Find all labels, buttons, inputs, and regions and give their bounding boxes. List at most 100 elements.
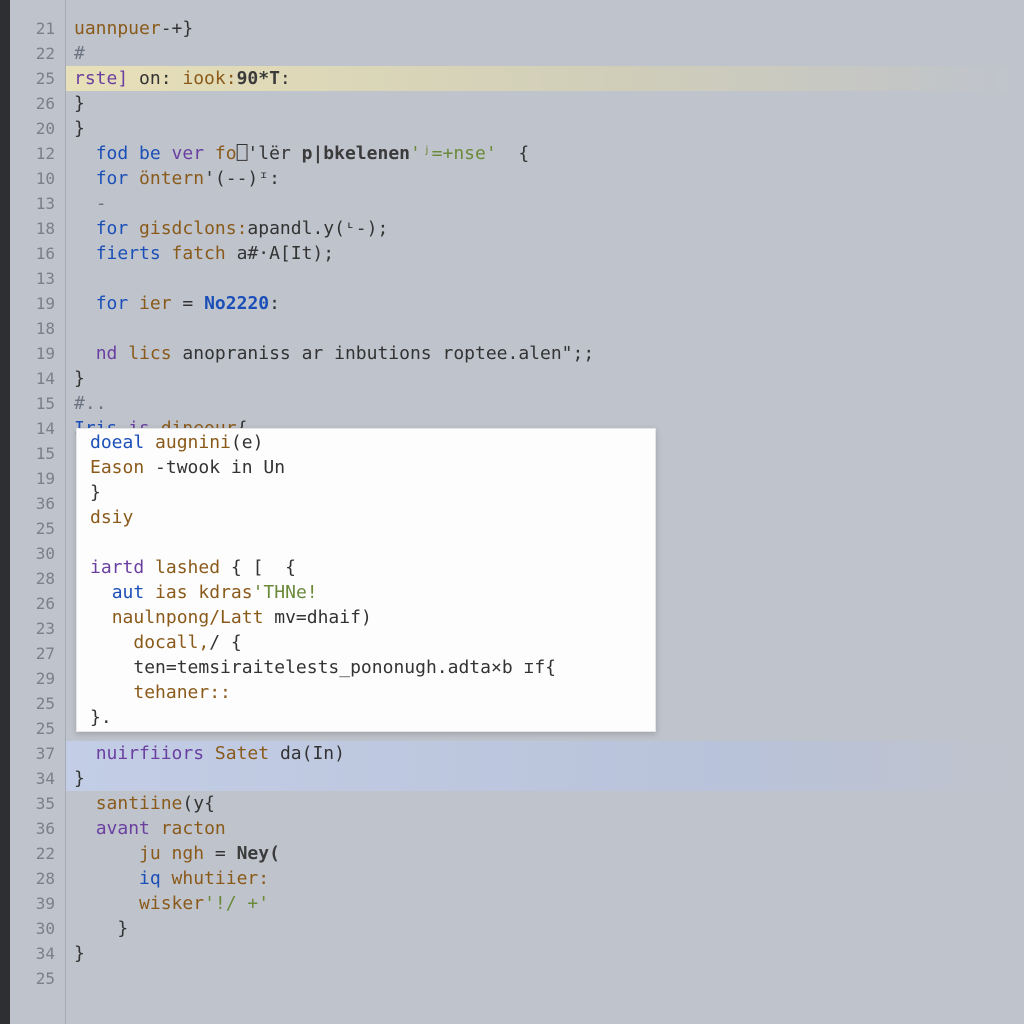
code-line[interactable]: nuirfiiors Satet da(In) xyxy=(66,741,1024,766)
code-token: fatch xyxy=(172,243,237,264)
popup-line[interactable]: ten=temsiraitelests_pononugh.adta×b ɪf{ xyxy=(76,655,656,680)
code-token: for xyxy=(96,218,139,239)
line-number: 26 xyxy=(10,591,65,616)
line-number: 10 xyxy=(10,166,65,191)
line-number: 20 xyxy=(10,116,65,141)
code-line[interactable] xyxy=(66,266,1024,291)
line-number: 19 xyxy=(10,291,65,316)
code-token: 'THNe! xyxy=(253,582,318,603)
line-number: 18 xyxy=(10,316,65,341)
code-line[interactable]: fod be ver fo⎕'lër p|bkelenen'ʲ=+nse' { xyxy=(66,141,1024,166)
code-token: iook: xyxy=(182,68,236,89)
code-line[interactable]: for ier = No2220: xyxy=(66,291,1024,316)
code-token: = xyxy=(215,843,237,864)
code-token: augnini xyxy=(155,432,231,453)
code-line[interactable]: } xyxy=(66,941,1024,966)
line-number: 29 xyxy=(10,666,65,691)
line-number: 28 xyxy=(10,566,65,591)
code-token: No2220 xyxy=(204,293,269,314)
line-number: 25 xyxy=(10,716,65,741)
code-line[interactable]: wisker'!/ +' xyxy=(66,891,1024,916)
autocomplete-popup[interactable]: doeal augnini(e)Eason -twook in Un}dsiy i… xyxy=(76,428,656,732)
line-number: 13 xyxy=(10,266,65,291)
code-token: lics xyxy=(128,343,182,364)
code-line[interactable]: for gisdclons:apandl.y(ᶫ-); xyxy=(66,216,1024,241)
popup-line[interactable] xyxy=(76,530,656,555)
line-number: 16 xyxy=(10,241,65,266)
code-line[interactable]: } xyxy=(66,766,1024,791)
code-token: '(--) xyxy=(204,168,258,189)
code-token: iartd xyxy=(90,557,155,578)
line-number: 15 xyxy=(10,441,65,466)
code-token: Eason xyxy=(90,457,155,478)
code-token: nd xyxy=(96,343,129,364)
line-number: 34 xyxy=(10,766,65,791)
code-token: -twook in Un xyxy=(155,457,285,478)
code-line[interactable]: } xyxy=(66,916,1024,941)
code-token: (e) xyxy=(231,432,264,453)
code-token: mv=dhaif) xyxy=(274,607,372,628)
popup-line[interactable]: aut ias kdras'THNe! xyxy=(76,580,656,605)
code-line[interactable]: for öntern'(--)ᶦ: xyxy=(66,166,1024,191)
code-token: gisdclons: xyxy=(139,218,247,239)
line-number: 36 xyxy=(10,491,65,516)
line-number: 14 xyxy=(10,416,65,441)
line-number: 22 xyxy=(10,41,65,66)
code-token: ias kdras xyxy=(155,582,253,603)
code-line[interactable]: avant racton xyxy=(66,816,1024,841)
code-token: = xyxy=(182,293,204,314)
code-line[interactable]: rste] on: iook:90*T: xyxy=(66,66,1024,91)
popup-line[interactable]: tehaner:: xyxy=(76,680,656,705)
code-token: } xyxy=(74,943,85,964)
code-token: lashed xyxy=(155,557,231,578)
code-token: } xyxy=(74,93,85,114)
line-number: 34 xyxy=(10,941,65,966)
code-line[interactable]: nd lics anopraniss ar inbutions roptee.a… xyxy=(66,341,1024,366)
code-token: dsiy xyxy=(90,507,133,528)
code-token: tehaner:: xyxy=(133,682,231,703)
code-line[interactable]: ju ngh = Ney( xyxy=(66,841,1024,866)
code-token: fod be xyxy=(96,143,172,164)
popup-line[interactable]: iartd lashed { [ { xyxy=(76,555,656,580)
code-token: fierts xyxy=(96,243,172,264)
code-line[interactable]: fierts fatch a#·A[It); xyxy=(66,241,1024,266)
popup-line[interactable]: } xyxy=(76,480,656,505)
code-token: naulnpong/Latt xyxy=(112,607,275,628)
code-line[interactable]: - xyxy=(66,191,1024,216)
code-token: } xyxy=(74,768,85,789)
popup-line[interactable]: docall,/ { xyxy=(76,630,656,655)
code-token: ier xyxy=(139,293,182,314)
code-line[interactable]: uannpuer-+} xyxy=(66,16,1024,41)
line-number: 35 xyxy=(10,791,65,816)
code-token: -+} xyxy=(161,18,194,39)
code-token: '!/ +' xyxy=(204,893,269,914)
code-token: docall, xyxy=(133,632,209,653)
line-number: 15 xyxy=(10,391,65,416)
line-number: 23 xyxy=(10,616,65,641)
line-number: 13 xyxy=(10,191,65,216)
code-token: ᶦ: xyxy=(258,168,280,189)
code-line[interactable]: } xyxy=(66,116,1024,141)
popup-line[interactable]: dsiy xyxy=(76,505,656,530)
popup-line[interactable]: Eason -twook in Un xyxy=(76,455,656,480)
code-token: } xyxy=(74,368,85,389)
code-token: rste] xyxy=(74,68,128,89)
popup-line[interactable]: naulnpong/Latt mv=dhaif) xyxy=(76,605,656,630)
code-token: }. xyxy=(90,707,112,728)
code-line[interactable]: #.. xyxy=(66,391,1024,416)
line-number: 22 xyxy=(10,841,65,866)
code-token: öntern xyxy=(139,168,204,189)
code-line[interactable]: } xyxy=(66,366,1024,391)
popup-line[interactable]: }. xyxy=(76,705,656,730)
code-line[interactable]: } xyxy=(66,91,1024,116)
code-token: racton xyxy=(161,818,226,839)
code-line[interactable]: santiine(y{ xyxy=(66,791,1024,816)
code-token: : xyxy=(269,293,280,314)
code-token: 90*T xyxy=(237,68,280,89)
code-line[interactable]: iq whutiier: xyxy=(66,866,1024,891)
code-line[interactable] xyxy=(66,316,1024,341)
code-editor[interactable]: uannpuer-+}#rste] on: iook:90*T:}} fod b… xyxy=(66,0,1024,1024)
popup-line[interactable]: doeal augnini(e) xyxy=(76,430,656,455)
code-token: on: xyxy=(128,68,182,89)
code-line[interactable]: # xyxy=(66,41,1024,66)
